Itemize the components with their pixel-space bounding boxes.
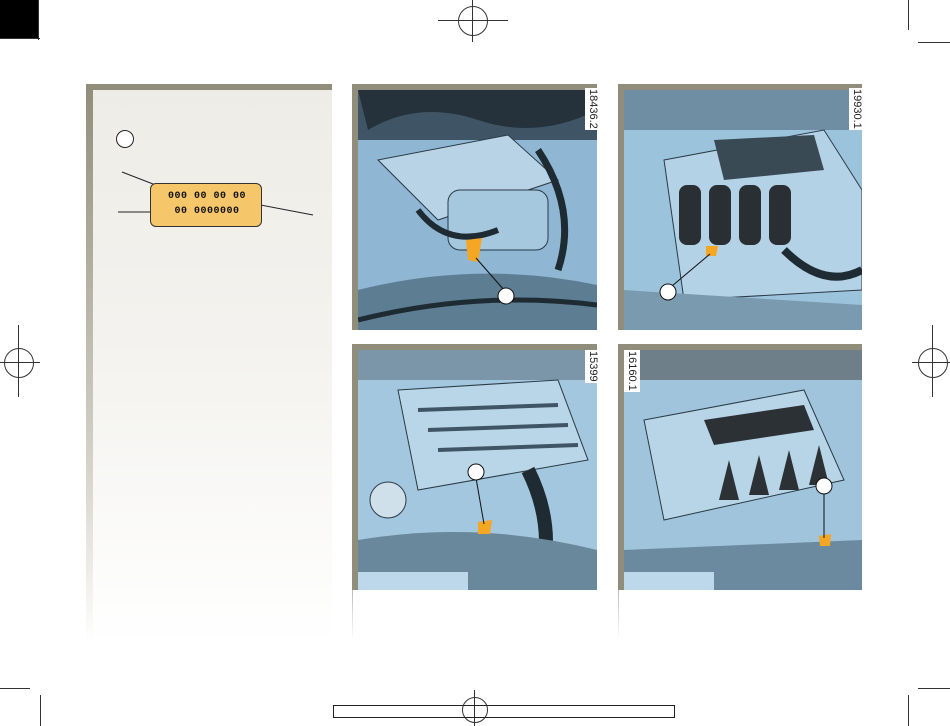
- column-edge-left: [352, 590, 353, 640]
- engine-identification-plate: 000 00 00 00 00 0000000: [150, 183, 262, 227]
- plate-line-2: 00 0000000: [174, 206, 240, 217]
- photo-reference-2: 19930.1: [849, 88, 865, 130]
- engine-photo-1: [352, 84, 597, 330]
- column-edge-right: [618, 590, 619, 640]
- photo-reference-4: 16160.1: [624, 350, 640, 392]
- engine-photo-3: [352, 344, 597, 590]
- photo-reference-3: 15399: [585, 350, 601, 383]
- engine-photo-2: [618, 84, 862, 330]
- plate-line-1: 000 00 00 00: [167, 191, 246, 202]
- photo-reference-1: 18436.2: [585, 88, 601, 130]
- engine-photo-4: [618, 344, 862, 590]
